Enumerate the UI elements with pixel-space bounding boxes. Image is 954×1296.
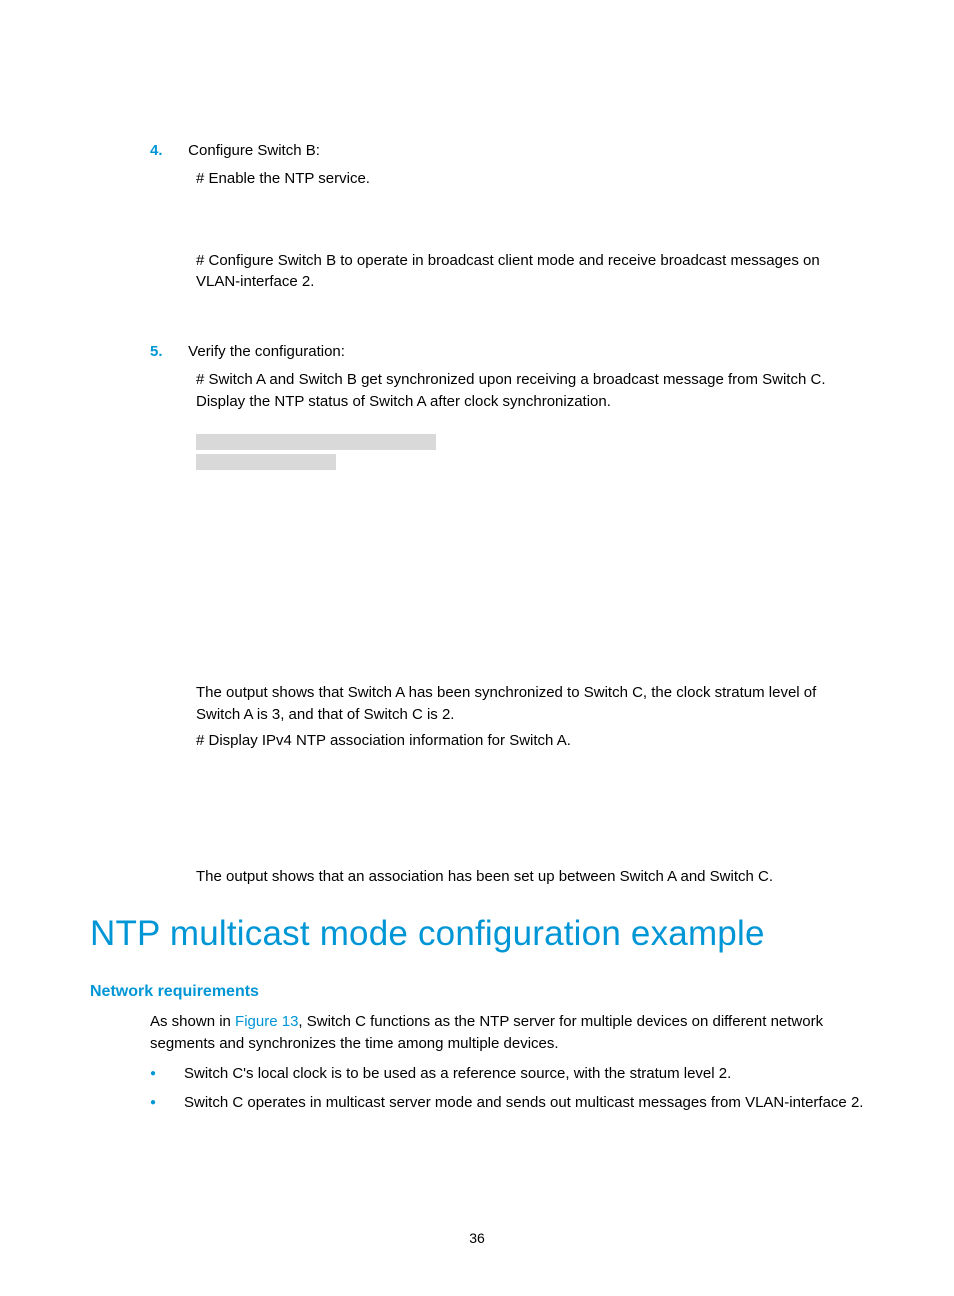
redacted-bar-1 — [196, 434, 436, 450]
step-5-title: Verify the configuration: — [188, 341, 345, 363]
step-5-line-2: The output shows that Switch A has been … — [196, 682, 864, 726]
step-number-5: 5. — [150, 341, 184, 363]
bullet-icon: ● — [150, 1092, 184, 1114]
step-5-line-3: # Display IPv4 NTP association informati… — [196, 730, 864, 752]
bullet-1: Switch C's local clock is to be used as … — [184, 1063, 864, 1085]
page-number: 36 — [0, 1228, 954, 1248]
figure-link[interactable]: Figure 13 — [235, 1013, 298, 1030]
intro-paragraph: As shown in Figure 13, Switch C function… — [150, 1011, 864, 1055]
subsection-heading: Network requirements — [90, 980, 864, 1003]
step-4-line-2: # Configure Switch B to operate in broad… — [196, 250, 864, 294]
step-4-title: Configure Switch B: — [188, 140, 320, 162]
step-5-line-4: The output shows that an association has… — [196, 866, 864, 888]
step-4-line-1: # Enable the NTP service. — [196, 168, 864, 190]
bullet-2: Switch C operates in multicast server mo… — [184, 1092, 864, 1114]
section-heading: NTP multicast mode configuration example — [90, 909, 864, 960]
step-number-4: 4. — [150, 140, 184, 162]
redacted-bar-2 — [196, 454, 336, 470]
intro-prefix: As shown in — [150, 1013, 235, 1030]
step-5-line-1: # Switch A and Switch B get synchronized… — [196, 369, 864, 413]
bullet-icon: ● — [150, 1063, 184, 1085]
